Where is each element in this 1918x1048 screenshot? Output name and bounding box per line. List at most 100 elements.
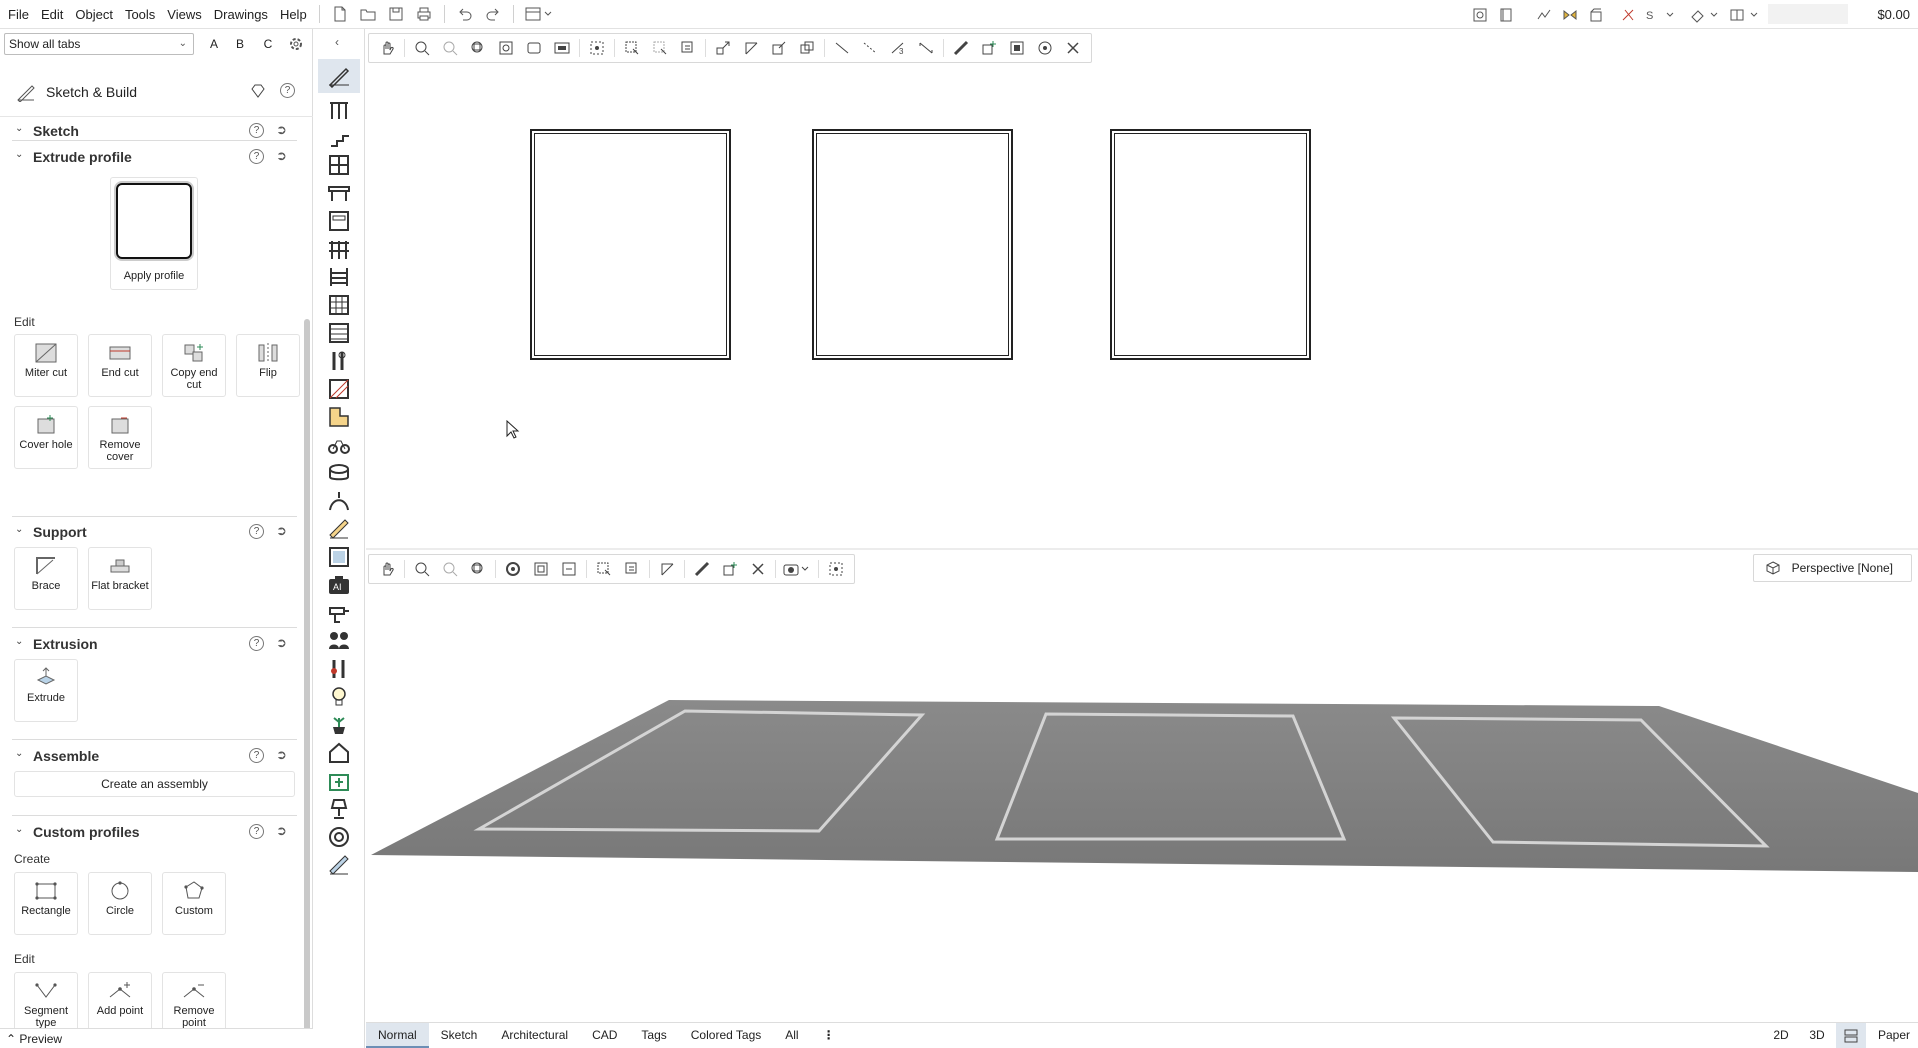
collapse-left-icon[interactable]: ‹	[335, 35, 339, 49]
view-mode-paper[interactable]: Paper	[1874, 1023, 1914, 1048]
add-object-icon[interactable]	[978, 37, 1000, 59]
delete-icon[interactable]	[1062, 37, 1084, 59]
menu-drawings[interactable]: Drawings	[208, 0, 274, 29]
menu-help[interactable]: Help	[274, 0, 313, 29]
tab-sketch[interactable]: Sketch	[429, 1023, 490, 1048]
tab-filter-c[interactable]: C	[257, 33, 279, 55]
zoom-in-icon[interactable]	[411, 37, 433, 59]
save-icon[interactable]	[385, 3, 407, 25]
tab-filter-a[interactable]: A	[203, 33, 225, 55]
arch-icon[interactable]	[327, 489, 351, 513]
help-icon[interactable]: ?	[280, 83, 295, 98]
measure-line-icon[interactable]	[915, 37, 937, 59]
menu-views[interactable]: Views	[161, 0, 207, 29]
zoom-out-icon[interactable]	[439, 37, 461, 59]
flat-bracket-button[interactable]: Flat bracket	[88, 547, 152, 610]
tab-tags[interactable]: Tags	[629, 1023, 678, 1048]
custom-button[interactable]: Custom	[162, 872, 226, 935]
mirror-icon[interactable]	[1559, 4, 1581, 26]
preview-toggle[interactable]: ⌃ Preview	[0, 1028, 313, 1048]
brace-button[interactable]: Brace	[14, 547, 78, 610]
new-file-icon[interactable]	[329, 3, 351, 25]
split-view-icon[interactable]	[1836, 1023, 1866, 1048]
popout-icon[interactable]: ➲	[276, 635, 287, 651]
remove-point-button[interactable]: Remove point	[162, 972, 226, 1035]
redo-icon[interactable]	[482, 3, 504, 25]
miter-cut-button[interactable]: Miter cut	[14, 334, 78, 397]
help-icon[interactable]: ?	[249, 149, 264, 164]
drill-icon[interactable]	[327, 601, 351, 625]
rotate-icon[interactable]	[740, 37, 762, 59]
blueprint-icon[interactable]	[327, 853, 351, 877]
open-folder-icon[interactable]	[357, 3, 379, 25]
section-assemble[interactable]: Assemble	[33, 748, 99, 764]
plan-frame-3[interactable]	[1110, 129, 1311, 360]
screenshot-icon[interactable]	[1469, 4, 1491, 26]
hardware-tools-icon[interactable]	[327, 349, 351, 373]
tab-filter-select[interactable]: Show all tabs ⌄	[4, 33, 194, 55]
stairs-icon[interactable]	[327, 126, 351, 150]
remove-cover-button[interactable]: Remove cover	[88, 406, 152, 469]
section-extrude-profile[interactable]: Extrude profile	[33, 149, 132, 165]
sheet-cut-icon[interactable]	[327, 377, 351, 401]
print-icon[interactable]	[413, 3, 435, 25]
house-icon[interactable]	[327, 741, 351, 765]
shelving-icon[interactable]	[327, 265, 351, 289]
chevron-down-icon[interactable]: ⌄	[15, 524, 23, 535]
chevron-down-icon[interactable]: ⌄	[15, 748, 23, 759]
tub-icon[interactable]	[327, 461, 351, 485]
extrude-button[interactable]: Extrude	[14, 659, 78, 722]
railing-icon[interactable]	[327, 237, 351, 261]
siding-icon[interactable]	[327, 321, 351, 345]
cabinet-grid-icon[interactable]	[327, 153, 351, 177]
panel-scrollbar[interactable]	[304, 319, 310, 1039]
move-icon[interactable]	[712, 37, 734, 59]
settings-gear-icon[interactable]	[285, 33, 307, 55]
help-icon[interactable]: ?	[249, 524, 264, 539]
help-icon[interactable]: ?	[249, 123, 264, 138]
tab-normal[interactable]: Normal	[366, 1023, 429, 1048]
add-box-icon[interactable]	[327, 769, 351, 793]
help-icon[interactable]: ?	[249, 824, 264, 839]
help-icon[interactable]: ?	[249, 636, 264, 651]
ai-camera-icon[interactable]: AI	[327, 573, 351, 597]
tools-icon[interactable]	[1617, 4, 1639, 26]
popout-icon[interactable]: ➲	[276, 523, 287, 539]
menu-object[interactable]: Object	[69, 0, 119, 29]
ruler-pencil-icon[interactable]	[327, 517, 351, 541]
end-cut-button[interactable]: End cut	[88, 334, 152, 397]
pan-hand-icon[interactable]	[376, 37, 398, 59]
select-similar-icon[interactable]	[677, 37, 699, 59]
view-mode-3d[interactable]: 3D	[1803, 1023, 1831, 1048]
plan-frame-1[interactable]	[530, 129, 731, 360]
dimension-icon[interactable]: 3	[887, 37, 909, 59]
text-style-dropdown-icon[interactable]: S	[1643, 4, 1677, 26]
line-icon[interactable]	[831, 37, 853, 59]
cover-hole-button[interactable]: Cover hole	[14, 406, 78, 469]
flip-button[interactable]: Flip	[236, 334, 300, 397]
picture-frame-icon[interactable]	[327, 545, 351, 569]
popout-icon[interactable]: ➲	[276, 747, 287, 763]
tab-cad[interactable]: CAD	[580, 1023, 629, 1048]
table-icon[interactable]	[327, 181, 351, 205]
zoom-extents-icon[interactable]	[495, 37, 517, 59]
perspective-view-3d[interactable]: Perspective [None]	[366, 550, 1918, 1022]
create-assembly-button[interactable]: Create an assembly	[14, 771, 295, 797]
zoom-window-icon[interactable]	[467, 37, 489, 59]
menu-tools[interactable]: Tools	[119, 0, 161, 29]
select-all-icon[interactable]	[649, 37, 671, 59]
drawer-icon[interactable]	[327, 209, 351, 233]
lamp-icon[interactable]	[327, 797, 351, 821]
add-point-button[interactable]: Add point	[88, 972, 152, 1035]
layout-dropdown-icon[interactable]	[523, 3, 555, 25]
copy-end-cut-button[interactable]: Copy end cut	[162, 334, 226, 397]
people-icon[interactable]	[327, 629, 351, 653]
gem-icon[interactable]	[250, 83, 266, 102]
copy-icon[interactable]	[796, 37, 818, 59]
chevron-down-icon[interactable]: ⌄	[15, 123, 23, 134]
sketch-build-category-icon[interactable]	[327, 64, 351, 88]
group-icon[interactable]	[1006, 37, 1028, 59]
chevron-down-icon[interactable]: ⌄	[15, 149, 23, 160]
lattice-icon[interactable]	[327, 293, 351, 317]
popout-icon[interactable]: ➲	[276, 823, 287, 839]
